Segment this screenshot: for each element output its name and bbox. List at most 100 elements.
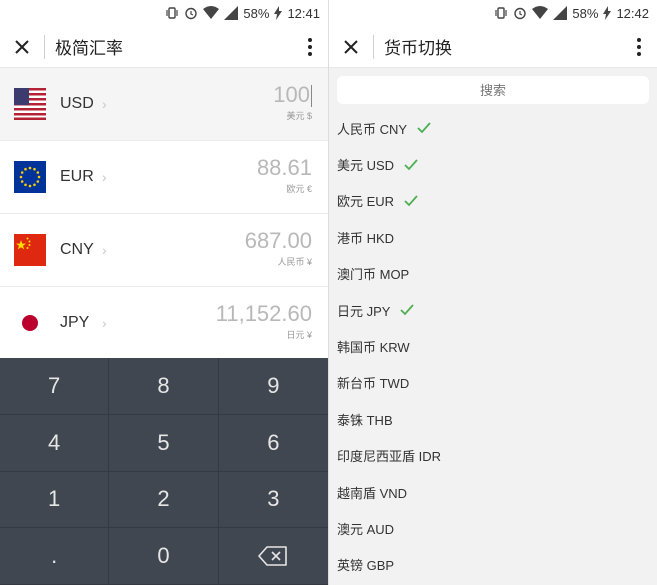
currency-list: 人民币 CNY 美元 USD 欧元 EUR 港币 HKD 澳门币 MOP 日元 …: [329, 110, 657, 583]
more-menu-button[interactable]: [292, 26, 328, 68]
status-bar: 58% 12:41: [0, 0, 328, 26]
key-backspace[interactable]: [218, 528, 328, 585]
currency-code: EUR: [60, 168, 94, 185]
currency-item-vnd[interactable]: 越南盾 VND: [329, 474, 657, 510]
currency-label: 美元 USD: [337, 158, 395, 174]
rate-list: USD › 100 美元 $ EUR › 88.61 欧元 € CNY › 68…: [0, 68, 328, 360]
currency-label: 港币 HKD: [337, 230, 395, 246]
clock-text: 12:41: [287, 5, 320, 21]
currency-item-thb[interactable]: 泰铢 THB: [329, 401, 657, 437]
amount-display: 100 美元 $: [273, 82, 312, 122]
currency-label: 泰铢 THB: [337, 412, 393, 428]
rate-row-jpy[interactable]: JPY › 11,152.60 日元 ¥: [0, 287, 328, 360]
clock-text: 12:42: [616, 5, 649, 21]
currency-item-jpy[interactable]: 日元 JPY: [329, 292, 657, 328]
key-4[interactable]: 4: [0, 414, 110, 472]
key-5[interactable]: 5: [109, 414, 219, 472]
battery-text: 58%: [243, 5, 270, 21]
alarm-icon: [185, 7, 198, 20]
amount-value: 88.61: [256, 155, 312, 180]
more-vert-icon: [308, 37, 312, 56]
currency-item-cny[interactable]: 人民币 CNY: [329, 110, 657, 146]
vibrate-icon: [495, 7, 508, 19]
currency-code: CNY: [60, 241, 94, 258]
currency-item-twd[interactable]: 新台币 TWD: [329, 365, 657, 401]
checkmark-icon: [400, 304, 415, 316]
search-input[interactable]: [337, 76, 649, 104]
currency-label: 日元 JPY: [337, 303, 391, 319]
key-2[interactable]: 2: [109, 471, 219, 529]
number-keypad: 7 8 9 4 5 6 1 2 3 . 0: [0, 358, 328, 585]
charging-icon: [603, 6, 612, 20]
rate-row-eur[interactable]: EUR › 88.61 欧元 €: [0, 141, 328, 214]
chevron-right-icon: ›: [102, 315, 107, 331]
currency-label: 澳元 AUD: [337, 521, 395, 537]
signal-icon: [553, 6, 568, 20]
key-1[interactable]: 1: [0, 471, 110, 529]
rate-row-usd[interactable]: USD › 100 美元 $: [0, 68, 328, 141]
currency-item-usd[interactable]: 美元 USD: [329, 146, 657, 182]
close-button[interactable]: [329, 26, 373, 68]
key-9[interactable]: 9: [218, 358, 328, 415]
amount-display: 88.61 欧元 €: [257, 155, 312, 195]
text-caret: [311, 85, 312, 108]
converter-screen: 58% 12:41 极简汇率 USD › 100 美元 $ EUR › 88.6…: [0, 0, 328, 585]
key-6[interactable]: 6: [218, 415, 328, 472]
app-bar: 货币切换: [329, 26, 657, 68]
charging-icon: [274, 6, 283, 20]
key-decimal[interactable]: .: [0, 528, 110, 585]
vibrate-icon: [166, 7, 179, 19]
currency-label: 新台币 TWD: [337, 376, 410, 392]
app-bar: 极简汇率: [0, 26, 328, 68]
currency-code: JPY: [60, 314, 90, 331]
currency-label: 欧元 EUR: [337, 194, 395, 210]
wifi-icon: [532, 6, 549, 19]
currency-item-gbp[interactable]: 英镑 GBP: [329, 547, 657, 583]
currency-unit: 日元 ¥: [286, 330, 312, 340]
chevron-right-icon: ›: [102, 169, 107, 185]
status-bar: 58% 12:42: [329, 0, 657, 26]
rate-row-cny[interactable]: CNY › 687.00 人民币 ¥: [0, 214, 328, 287]
close-icon: [344, 39, 358, 54]
currency-label: 澳门币 MOP: [337, 267, 410, 283]
currency-unit: 欧元 €: [286, 184, 312, 194]
checkmark-icon: [404, 195, 418, 207]
currency-item-aud[interactable]: 澳元 AUD: [329, 510, 657, 546]
title-divider: [44, 34, 45, 59]
currency-unit: 人民币 ¥: [277, 257, 312, 267]
key-7[interactable]: 7: [0, 358, 110, 415]
amount-display: 687.00 人民币 ¥: [245, 228, 312, 268]
currency-label: 英镑 GBP: [337, 558, 395, 574]
currency-label: 印度尼西亚盾 IDR: [337, 449, 442, 465]
cn-flag-icon: [14, 234, 46, 266]
signal-icon: [224, 6, 239, 20]
currency-label: 越南盾 VND: [337, 485, 408, 501]
currency-label: 人民币 CNY: [337, 121, 408, 137]
alarm-icon: [514, 7, 527, 20]
currency-item-eur[interactable]: 欧元 EUR: [329, 183, 657, 219]
amount-value: 687.00: [244, 228, 312, 253]
currency-item-idr[interactable]: 印度尼西亚盾 IDR: [329, 438, 657, 474]
chevron-right-icon: ›: [102, 96, 107, 112]
us-flag-icon: [14, 88, 46, 120]
close-icon: [15, 39, 29, 54]
currency-picker-screen: 58% 12:42 货币切换 人民币 CNY 美元 USD 欧元 EUR 港币 …: [329, 0, 657, 585]
checkmark-icon: [404, 158, 418, 170]
more-menu-button[interactable]: [621, 26, 657, 68]
key-0[interactable]: 0: [109, 528, 219, 585]
key-8[interactable]: 8: [109, 358, 219, 415]
page-title: 货币切换: [384, 39, 452, 58]
eu-flag-icon: [14, 161, 46, 193]
currency-item-krw[interactable]: 韩国币 KRW: [329, 328, 657, 364]
more-vert-icon: [637, 37, 641, 56]
currency-item-hkd[interactable]: 港币 HKD: [329, 219, 657, 255]
jp-flag-icon: [14, 307, 46, 339]
close-button[interactable]: [0, 26, 44, 68]
key-3[interactable]: 3: [218, 472, 328, 529]
amount-display: 11,152.60 日元 ¥: [216, 301, 312, 341]
wifi-icon: [203, 6, 220, 19]
backspace-icon: [258, 546, 288, 566]
battery-text: 58%: [572, 5, 599, 21]
currency-item-mop[interactable]: 澳门币 MOP: [329, 256, 657, 292]
page-title: 极简汇率: [55, 39, 123, 58]
